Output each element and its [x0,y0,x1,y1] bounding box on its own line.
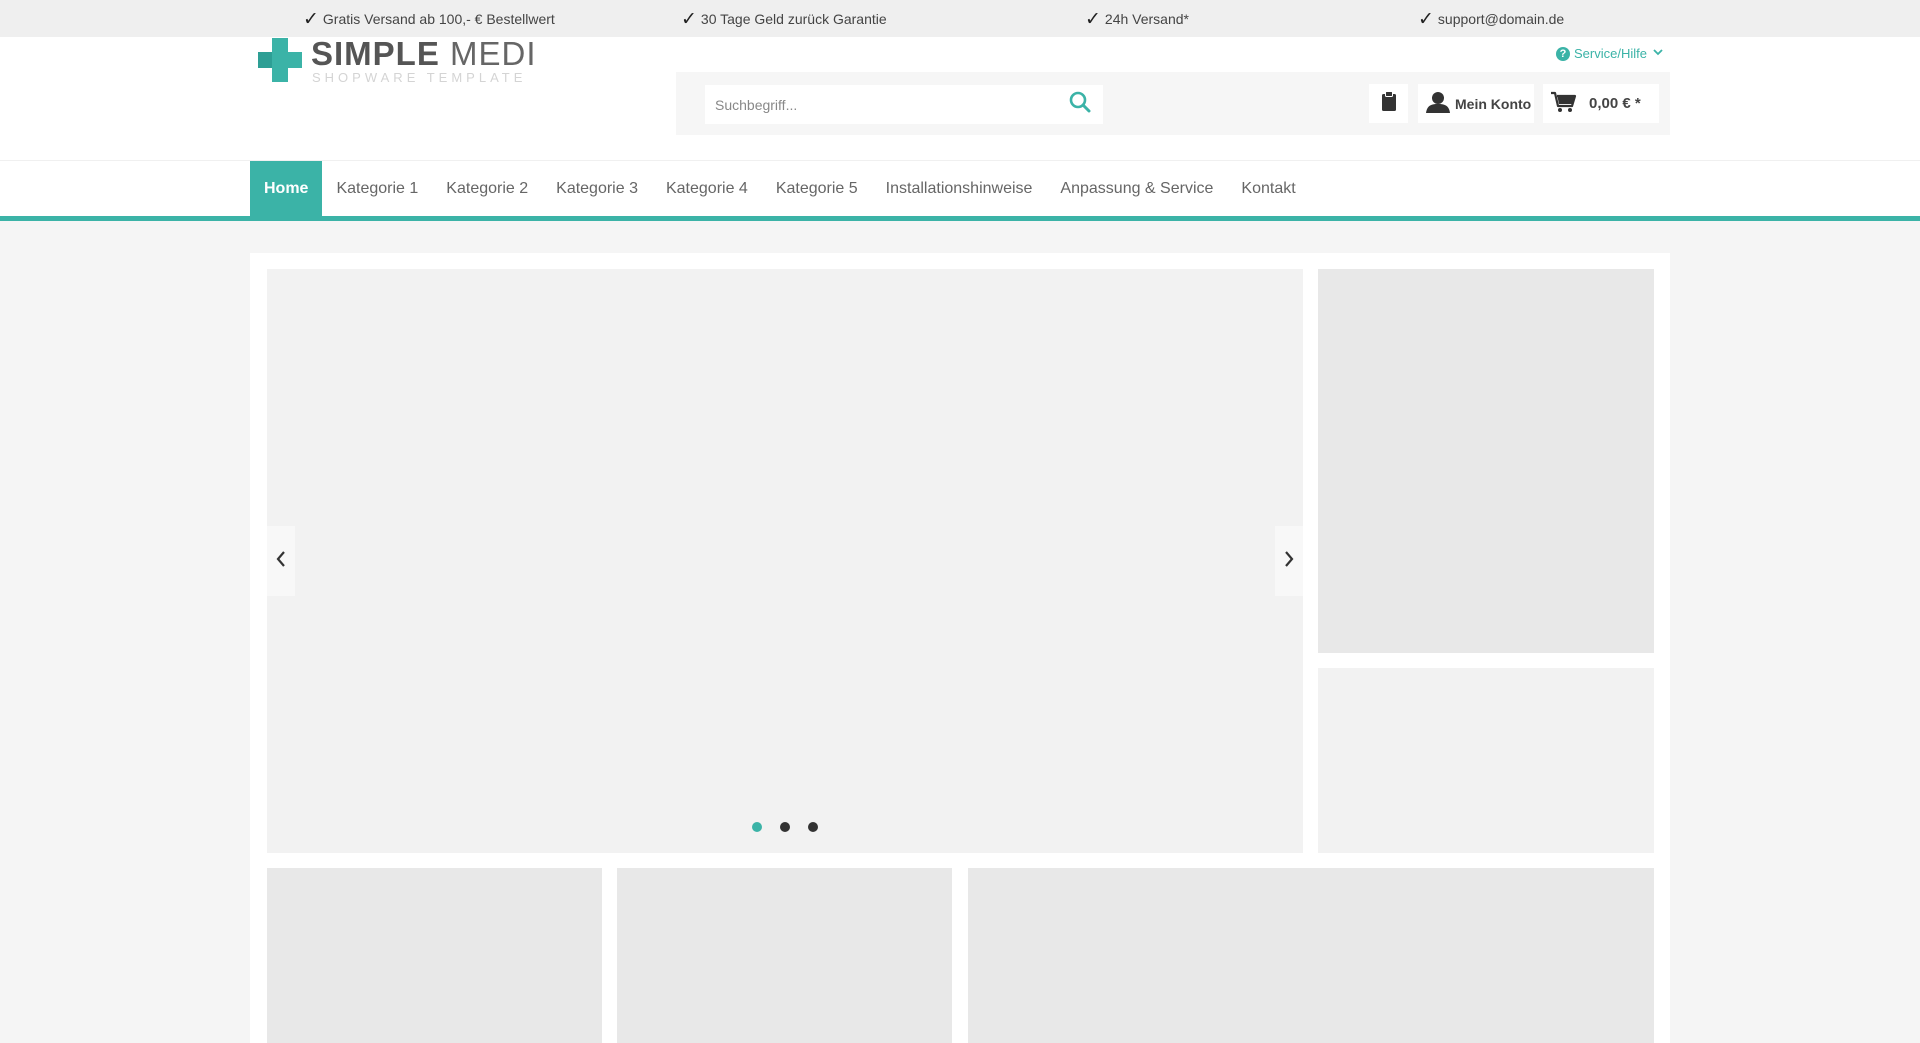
usp-text: 30 Tage Geld zurück Garantie [700,11,887,27]
service-help-link[interactable]: ? Service/Hilfe [1556,46,1663,61]
nav-item-anpassung-service[interactable]: Anpassung & Service [1046,161,1227,216]
search-icon [1069,91,1091,118]
question-icon: ? [1556,46,1570,61]
shop-logo[interactable]: SIMPLE MEDI SHOPWARE TEMPLATE [258,36,536,86]
cart-icon [1551,91,1589,117]
usp-support: ✓ support@domain.de [1418,8,1564,30]
nav-item-installationshinweise[interactable]: Installationshinweise [872,161,1047,216]
chevron-left-icon [276,550,286,572]
nav-item-kategorie-5[interactable]: Kategorie 5 [762,161,872,216]
banner-bottom-2[interactable] [617,868,952,1043]
usp-guarantee: ✓ 30 Tage Geld zurück Garantie [681,8,887,30]
account-label: Mein Konto [1455,95,1532,112]
service-label: Service/Hilfe [1574,46,1647,61]
medical-cross-icon [258,38,302,82]
nav-accent-border [0,216,1920,221]
usp-delivery: ✓ 24h Versand* [1085,8,1189,30]
nav-item-home[interactable]: Home [250,161,323,216]
search-form [705,85,1103,124]
check-icon: ✓ [681,8,697,30]
banner-bottom-3[interactable] [968,868,1654,1043]
main-navigation: Home Kategorie 1 Kategorie 2 Kategorie 3… [0,161,1920,216]
search-button[interactable] [1057,85,1103,124]
my-account-button[interactable]: Mein Konto [1418,84,1534,123]
cart-button[interactable]: 0,00 € * [1543,84,1659,123]
cart-total: 0,00 € * [1589,95,1641,112]
usp-text: Gratis Versand ab 100,- € Bestellwert [322,11,555,27]
check-icon: ✓ [303,8,319,30]
search-input[interactable] [705,85,1055,124]
nav-item-kategorie-2[interactable]: Kategorie 2 [432,161,542,216]
usp-shipping: ✓ Gratis Versand ab 100,- € Bestellwert [303,8,555,30]
nav-item-kontakt[interactable]: Kontakt [1227,161,1309,216]
notepad-button[interactable] [1369,84,1408,123]
banner-right-top[interactable] [1318,269,1654,653]
banner-bottom-1[interactable] [267,868,602,1043]
banner-right-bottom[interactable] [1318,668,1654,853]
usp-text: support@domain.de [1437,11,1565,27]
check-icon: ✓ [1418,8,1434,30]
slider-prev-button[interactable] [267,526,295,596]
user-icon [1426,91,1455,116]
nav-item-kategorie-1[interactable]: Kategorie 1 [322,161,432,216]
slider-dot[interactable] [808,822,818,832]
nav-list: Home Kategorie 1 Kategorie 2 Kategorie 3… [250,161,1310,216]
image-slider [267,269,1303,853]
usp-text: 24h Versand* [1104,11,1189,27]
logo-tagline: SHOPWARE TEMPLATE [312,70,527,85]
nav-item-kategorie-4[interactable]: Kategorie 4 [652,161,762,216]
chevron-down-icon [1653,48,1663,59]
chevron-right-icon [1284,550,1294,572]
slider-dot[interactable] [780,822,790,832]
slider-dots [267,822,1303,832]
nav-item-kategorie-3[interactable]: Kategorie 3 [542,161,652,216]
check-icon: ✓ [1085,8,1101,30]
notepad-icon [1381,91,1397,116]
slider-dot[interactable] [752,822,762,832]
slider-next-button[interactable] [1275,526,1303,596]
logo-name: SIMPLE MEDI [311,35,537,72]
top-bar: ✓ Gratis Versand ab 100,- € Bestellwert … [0,0,1920,37]
